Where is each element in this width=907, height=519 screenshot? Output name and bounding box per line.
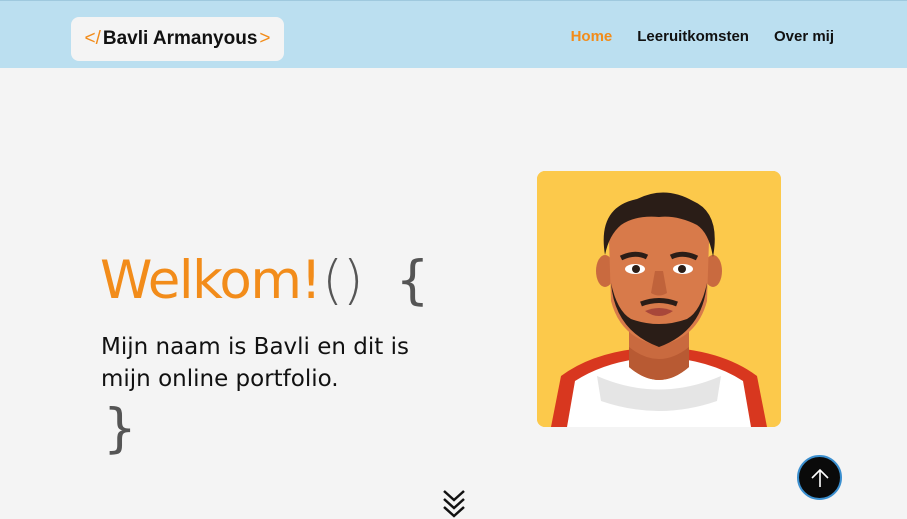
hero-parens: () (322, 250, 364, 311)
logo-bracket-close: > (259, 28, 271, 49)
logo-bracket-open: </ (84, 28, 101, 49)
arrow-up-icon (810, 468, 829, 487)
portrait-illustration (537, 171, 781, 427)
logo-name: Bavli Armanyous (102, 28, 258, 49)
scroll-to-top-button[interactable] (797, 455, 842, 500)
site-header: </ Bavli Armanyous > Home Leeruitkomsten… (0, 0, 907, 68)
nav-over-mij[interactable]: Over mij (774, 28, 834, 45)
nav-home[interactable]: Home (571, 28, 613, 45)
profile-portrait (537, 171, 781, 427)
hero-brace-close: } (103, 398, 137, 459)
main-nav: Home Leeruitkomsten Over mij (571, 28, 834, 45)
hero-title: Welkom! () { (100, 250, 429, 311)
site-logo[interactable]: </ Bavli Armanyous > (71, 17, 284, 61)
hero-brace-open: { (395, 250, 430, 311)
hero-intro-text: Mijn naam is Bavli en dit is mijn online… (101, 334, 409, 392)
hero-welcome-text: Welkom! (100, 250, 322, 311)
nav-leeruitkomsten[interactable]: Leeruitkomsten (637, 28, 749, 45)
chevrons-down-icon[interactable] (441, 487, 467, 519)
